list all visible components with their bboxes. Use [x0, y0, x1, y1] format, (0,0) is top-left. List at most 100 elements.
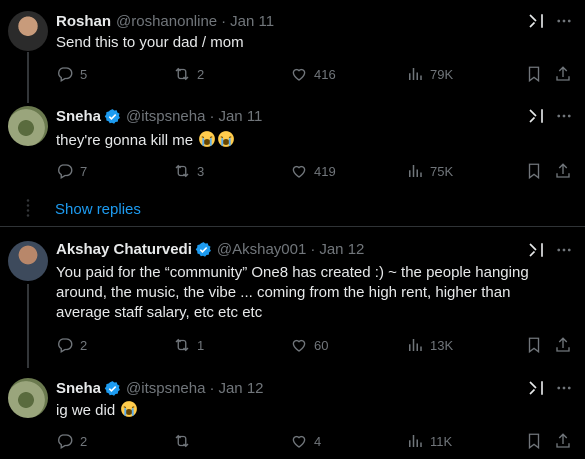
- tweet[interactable]: Sneha @itspsneha · Jan 12 ig we did 2 4 …: [0, 378, 585, 458]
- author-name[interactable]: Sneha: [56, 380, 101, 397]
- bookmark-button[interactable]: [525, 431, 549, 451]
- reply-count: 2: [80, 433, 88, 449]
- avatar[interactable]: [8, 378, 48, 418]
- grok-icon[interactable]: [527, 241, 545, 259]
- tweet-date[interactable]: Jan 11: [230, 13, 274, 30]
- views-button[interactable]: 11K: [406, 431, 452, 451]
- views-icon: [406, 65, 424, 83]
- reply-button[interactable]: 2: [56, 335, 87, 355]
- bookmark-icon: [525, 336, 543, 354]
- tweet-text: You paid for the “community” One8 has cr…: [56, 264, 529, 321]
- tweet-text: ig we did: [56, 402, 116, 419]
- verified-badge-icon: [104, 380, 121, 397]
- separator: ·: [209, 107, 215, 125]
- thread-dots: [23, 198, 33, 218]
- tweet-header: Sneha @itspsneha · Jan 12: [56, 378, 264, 398]
- tweet[interactable]: Akshay Chaturvedi @Akshay001 · Jan 12 Yo…: [0, 239, 585, 359]
- author-handle[interactable]: @Akshay001: [217, 241, 306, 258]
- reply-icon: [56, 432, 74, 450]
- like-count: 416: [314, 66, 336, 82]
- tweet-text: they're gonna kill me: [56, 132, 194, 149]
- tweet[interactable]: Sneha @itspsneha · Jan 11 they're gonna …: [0, 106, 585, 186]
- share-icon: [554, 65, 572, 83]
- retweet-button[interactable]: 2: [173, 64, 204, 84]
- share-icon: [554, 336, 572, 354]
- verified-badge-icon: [104, 108, 121, 125]
- tweet-date[interactable]: Jan 12: [319, 241, 364, 258]
- reply-icon: [56, 65, 74, 83]
- retweet-button[interactable]: 3: [173, 161, 204, 181]
- views-button[interactable]: 13K: [406, 335, 453, 355]
- show-replies-link[interactable]: Show replies: [55, 201, 141, 218]
- author-handle[interactable]: @roshanonline: [116, 13, 217, 30]
- reply-count: 5: [80, 66, 88, 82]
- like-button[interactable]: 416: [290, 64, 336, 84]
- tweet-text-container: they're gonna kill me: [56, 130, 566, 151]
- author-name[interactable]: Sneha: [56, 108, 101, 125]
- share-button[interactable]: [554, 161, 578, 181]
- bookmark-icon: [525, 432, 543, 450]
- view-count: 79K: [430, 66, 454, 82]
- reply-count: 2: [80, 337, 88, 353]
- retweet-button[interactable]: [173, 431, 197, 451]
- tweet[interactable]: Roshan @roshanonline · Jan 11 Send this …: [0, 11, 585, 91]
- retweet-icon: [173, 336, 191, 354]
- tweet-header: Akshay Chaturvedi @Akshay001 · Jan 12: [56, 239, 364, 259]
- loudly-crying-face-icon: [217, 130, 235, 148]
- views-button[interactable]: 79K: [406, 64, 453, 84]
- tweet-actions: 2 4 11K: [56, 431, 575, 451]
- tweet-header: Roshan @roshanonline · Jan 11: [56, 11, 274, 31]
- author-name[interactable]: Akshay Chaturvedi: [56, 241, 192, 258]
- views-icon: [406, 162, 424, 180]
- share-button[interactable]: [554, 431, 578, 451]
- avatar[interactable]: [8, 241, 48, 281]
- reply-count: 7: [80, 163, 88, 179]
- share-button[interactable]: [554, 335, 578, 355]
- more-icon[interactable]: [555, 379, 573, 397]
- bookmark-icon: [525, 162, 543, 180]
- bookmark-button[interactable]: [525, 335, 549, 355]
- retweet-icon: [173, 65, 191, 83]
- tweet-date[interactable]: Jan 12: [218, 380, 263, 397]
- author-handle[interactable]: @itspsneha: [126, 108, 205, 125]
- separator: ·: [221, 12, 227, 30]
- like-count: 4: [314, 433, 322, 449]
- retweet-button[interactable]: 1: [173, 335, 204, 355]
- avatar[interactable]: [8, 11, 48, 51]
- grok-icon[interactable]: [527, 379, 545, 397]
- like-button[interactable]: 4: [290, 431, 321, 451]
- avatar[interactable]: [8, 106, 48, 146]
- reply-button[interactable]: 5: [56, 64, 87, 84]
- views-icon: [406, 336, 424, 354]
- like-count: 419: [314, 163, 336, 179]
- like-button[interactable]: 60: [290, 335, 328, 355]
- grok-icon[interactable]: [527, 107, 545, 125]
- tweet-date[interactable]: Jan 11: [218, 108, 262, 125]
- author-name[interactable]: Roshan: [56, 13, 111, 30]
- like-icon: [290, 65, 308, 83]
- more-icon[interactable]: [555, 107, 573, 125]
- more-icon[interactable]: [555, 12, 573, 30]
- verified-badge-icon: [195, 241, 212, 258]
- bookmark-button[interactable]: [525, 64, 549, 84]
- like-button[interactable]: 419: [290, 161, 336, 181]
- reply-button[interactable]: 7: [56, 161, 87, 181]
- loudly-crying-face-icon: [198, 130, 216, 148]
- view-count: 75K: [430, 163, 454, 179]
- loudly-crying-face-icon: [120, 400, 138, 418]
- view-count: 11K: [430, 433, 453, 449]
- like-icon: [290, 162, 308, 180]
- separator: ·: [209, 379, 215, 397]
- like-icon: [290, 432, 308, 450]
- grok-icon[interactable]: [527, 12, 545, 30]
- author-handle[interactable]: @itspsneha: [126, 380, 205, 397]
- tweet-actions: 7 3 419 75K: [56, 161, 575, 181]
- views-button[interactable]: 75K: [406, 161, 453, 181]
- share-icon: [554, 162, 572, 180]
- more-icon[interactable]: [555, 241, 573, 259]
- reply-button[interactable]: 2: [56, 431, 87, 451]
- retweet-icon: [173, 432, 191, 450]
- share-button[interactable]: [554, 64, 578, 84]
- bookmark-button[interactable]: [525, 161, 549, 181]
- tweet-text: Send this to your dad / mom: [56, 34, 244, 51]
